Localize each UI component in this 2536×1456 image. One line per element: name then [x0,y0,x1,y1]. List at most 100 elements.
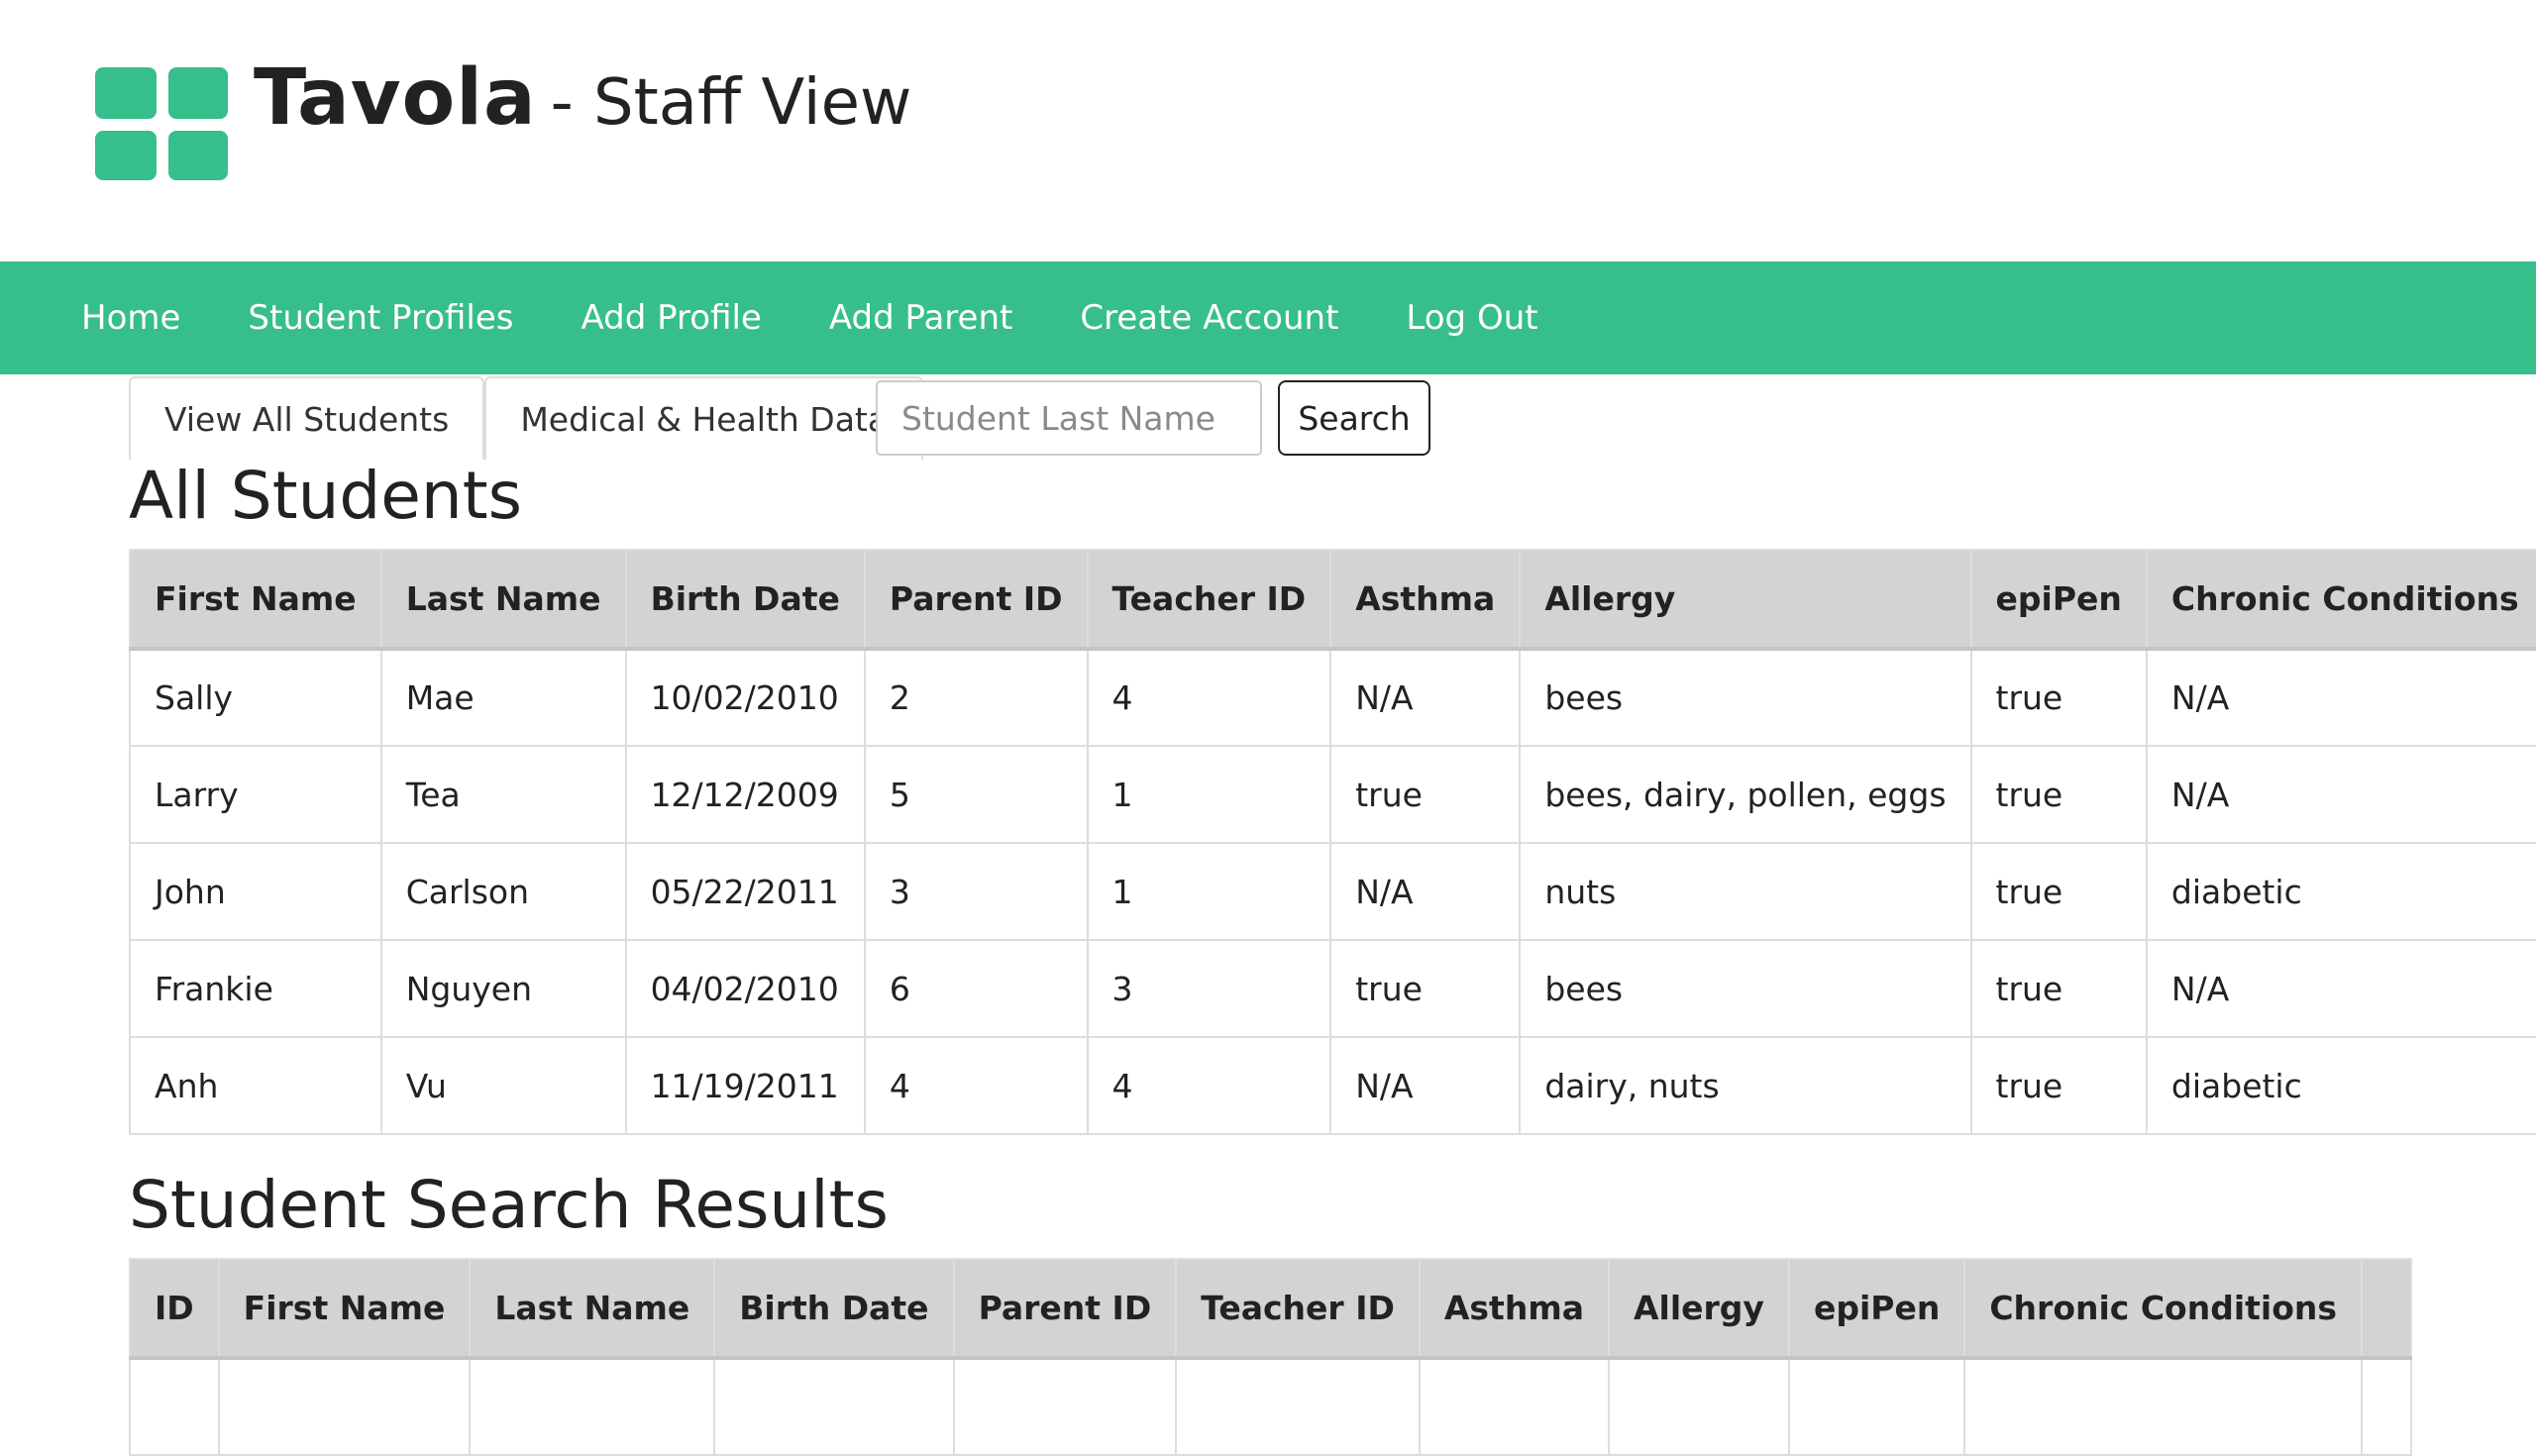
column-header-chronic-conditions[interactable]: Chronic Conditions [2145,549,2536,651]
column-header-parent-id[interactable]: Parent ID [952,1258,1178,1360]
search-button[interactable]: Search [1278,380,1430,456]
cell-first-name: Anh [129,1036,382,1135]
cell-teacher-id: 1 [1086,745,1332,844]
nav-create-account-link[interactable]: Create Account [1080,298,1338,338]
cell-allergy [1607,1357,1790,1456]
cell-last-name: Nguyen [379,939,627,1038]
table-row: John Carlson 05/22/2011 3 1 N/A nuts tru… [129,842,2536,941]
nav-home-link[interactable]: Home [81,298,180,338]
column-header-first-name[interactable]: First Name [217,1258,472,1360]
cell-parent-id [952,1357,1178,1456]
all-students-title: All Students [129,458,522,534]
search-results-table: ID First Name Last Name Birth Date Paren… [129,1258,2413,1456]
column-header-epipen[interactable]: epiPen [1787,1258,1966,1360]
column-header-parent-id[interactable]: Parent ID [863,549,1089,651]
cell-birth-date: 10/02/2010 [624,648,866,747]
brand-subtitle: - Staff View [550,66,912,140]
column-header-epipen[interactable]: epiPen [1969,549,2148,651]
column-header-asthma[interactable]: Asthma [1418,1258,1610,1360]
column-header-id[interactable]: ID [129,1258,220,1360]
logo-square-top-right [168,67,228,119]
cell-birth-date: 11/19/2011 [624,1036,866,1135]
cell-allergy: bees [1519,939,1972,1038]
cell-birth-date: 12/12/2009 [624,745,866,844]
cell-asthma: true [1329,745,1522,844]
cell-birth-date: 05/22/2011 [624,842,866,941]
cell-epipen [1787,1357,1966,1456]
nav-add-parent-link[interactable]: Add Parent [829,298,1012,338]
cell-last-name: Mae [379,648,627,747]
cell-epipen: true [1969,648,2148,747]
column-header-chronic-conditions[interactable]: Chronic Conditions [1963,1258,2364,1360]
tavola-logo-icon [95,67,228,180]
cell-teacher-id: 4 [1086,1036,1332,1135]
column-header-birth-date[interactable]: Birth Date [624,549,866,651]
cell-extra [2361,1357,2413,1456]
table-header-row: First Name Last Name Birth Date Parent I… [129,549,2536,651]
table-row: Frankie Nguyen 04/02/2010 6 3 true bees … [129,939,2536,1038]
column-header-allergy[interactable]: Allergy [1519,549,1972,651]
cell-first-name: Frankie [129,939,382,1038]
cell-last-name: Vu [379,1036,627,1135]
cell-birth-date [713,1357,955,1456]
nav-student-profiles-link[interactable]: Student Profiles [248,298,513,338]
cell-epipen: true [1969,842,2148,941]
cell-epipen: true [1969,939,2148,1038]
cell-chronic-conditions: diabetic [2145,1036,2536,1135]
brand-name: Tavola [254,53,537,143]
cell-first-name: Larry [129,745,382,844]
column-header-last-name[interactable]: Last Name [469,1258,716,1360]
cell-last-name: Carlson [379,842,627,941]
logo-square-bottom-right [168,131,228,180]
cell-asthma [1418,1357,1610,1456]
column-header-extra [2361,1258,2413,1360]
cell-last-name [469,1357,716,1456]
column-header-last-name[interactable]: Last Name [379,549,627,651]
cell-parent-id: 5 [863,745,1089,844]
column-header-teacher-id[interactable]: Teacher ID [1086,549,1332,651]
cell-allergy: bees, dairy, pollen, eggs [1519,745,1972,844]
cell-chronic-conditions: diabetic [2145,842,2536,941]
page-header: Tavola - Staff View [0,0,2536,261]
cell-last-name: Tea [379,745,627,844]
cell-chronic-conditions: N/A [2145,939,2536,1038]
cell-birth-date: 04/02/2010 [624,939,866,1038]
main-navbar: Home Student Profiles Add Profile Add Pa… [0,261,2536,374]
nav-log-out-link[interactable]: Log Out [1406,298,1537,338]
student-last-name-search-input[interactable] [876,380,1262,456]
column-header-asthma[interactable]: Asthma [1329,549,1522,651]
cell-epipen: true [1969,745,2148,844]
column-header-allergy[interactable]: Allergy [1607,1258,1790,1360]
cell-parent-id: 6 [863,939,1089,1038]
tab-view-all-students[interactable]: View All Students [129,376,485,460]
cell-allergy: nuts [1519,842,1972,941]
cell-first-name: Sally [129,648,382,747]
table-row: Sally Mae 10/02/2010 2 4 N/A bees true N… [129,648,2536,747]
cell-epipen: true [1969,1036,2148,1135]
cell-parent-id: 3 [863,842,1089,941]
column-header-birth-date[interactable]: Birth Date [713,1258,955,1360]
all-students-table: First Name Last Name Birth Date Parent I… [129,549,2536,1135]
cell-chronic-conditions: N/A [2145,648,2536,747]
cell-teacher-id: 1 [1086,842,1332,941]
nav-add-profile-link[interactable]: Add Profile [581,298,762,338]
cell-chronic-conditions [1963,1357,2364,1456]
cell-allergy: dairy, nuts [1519,1036,1972,1135]
cell-teacher-id: 4 [1086,648,1332,747]
cell-first-name: John [129,842,382,941]
cell-asthma: true [1329,939,1522,1038]
column-header-teacher-id[interactable]: Teacher ID [1175,1258,1421,1360]
view-tabs: View All Students Medical & Health Data [129,376,924,460]
cell-parent-id: 2 [863,648,1089,747]
cell-first-name [217,1357,472,1456]
cell-id [129,1357,220,1456]
cell-chronic-conditions: N/A [2145,745,2536,844]
table-row [129,1357,2413,1456]
table-header-row: ID First Name Last Name Birth Date Paren… [129,1258,2413,1360]
cell-teacher-id [1175,1357,1421,1456]
brand-title: Tavola - Staff View [254,59,911,137]
cell-asthma: N/A [1329,1036,1522,1135]
tab-medical-health-data[interactable]: Medical & Health Data [484,376,924,460]
cell-parent-id: 4 [863,1036,1089,1135]
column-header-first-name[interactable]: First Name [129,549,382,651]
